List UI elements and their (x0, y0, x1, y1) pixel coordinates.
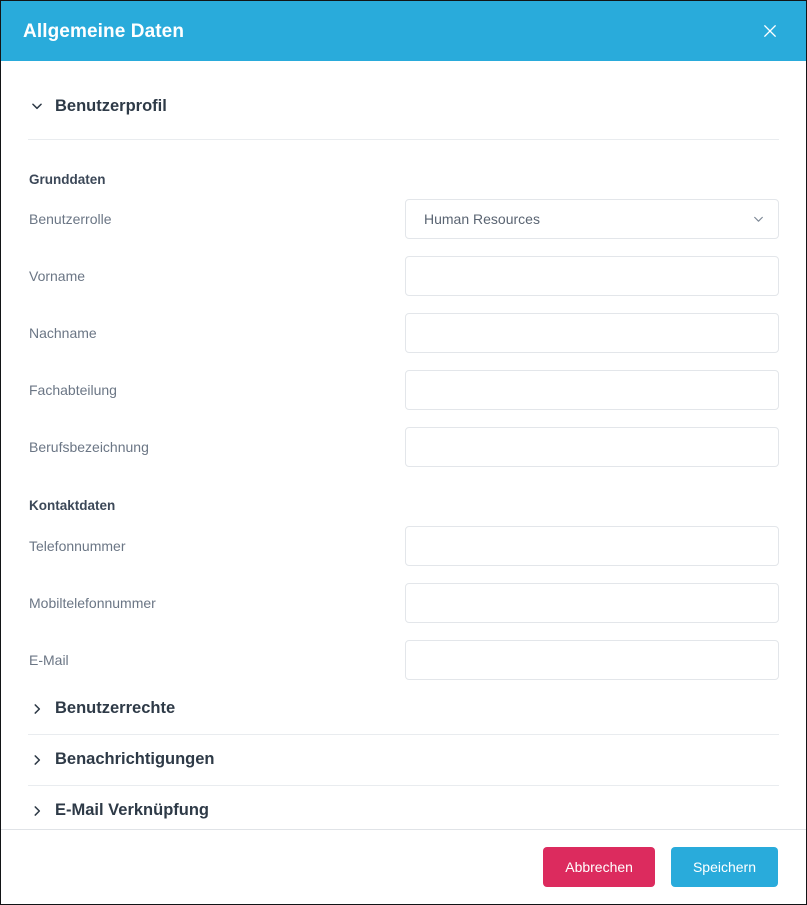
accordion-section-benachrichtigungen: Benachrichtigungen (1, 735, 806, 786)
field-control-telefonnummer (405, 525, 779, 566)
fachabteilung-input[interactable] (405, 370, 779, 410)
accordion-header-benutzerprofil[interactable]: Benutzerprofil (28, 98, 779, 115)
field-control-benutzerrolle: Human Resources (405, 199, 779, 239)
field-row-mobiltelefonnummer: Mobiltelefonnummer (28, 579, 779, 627)
field-control-email (405, 639, 779, 680)
field-row-fachabteilung: Fachabteilung (28, 366, 779, 414)
benutzerrolle-select[interactable]: Human Resources (405, 199, 779, 239)
group-title-grunddaten: Grunddaten (29, 171, 106, 187)
field-label-email: E-Mail (29, 651, 69, 668)
berufsbezeichnung-input[interactable] (405, 427, 779, 467)
accordion-section-email-verknuepfung: E-Mail Verknüpfung (1, 786, 806, 830)
select-wrap-benutzerrolle: Human Resources (405, 199, 779, 239)
field-control-nachname (405, 313, 779, 353)
chevron-right-icon (30, 753, 44, 767)
accordion-title: Benutzerprofil (55, 97, 167, 115)
field-label-mobiltelefonnummer: Mobiltelefonnummer (29, 594, 156, 611)
field-row-nachname: Nachname (28, 309, 779, 357)
accordion-title: Benachrichtigungen (55, 750, 215, 769)
dialog-header: Allgemeine Daten (1, 1, 806, 61)
field-label-berufsbezeichnung: Berufsbezeichnung (29, 439, 149, 455)
field-control-vorname (405, 256, 779, 296)
cancel-button[interactable]: Abbrechen (543, 847, 655, 887)
email-input[interactable] (405, 639, 779, 680)
field-label-telefonnummer: Telefonnummer (29, 537, 126, 554)
chevron-down-icon (30, 99, 44, 113)
field-row-email: E-Mail (28, 636, 779, 684)
field-row-berufsbezeichnung: Berufsbezeichnung (28, 423, 779, 471)
mobiltelefonnummer-input[interactable] (405, 582, 779, 623)
field-control-fachabteilung (405, 370, 779, 410)
accordion-header-benachrichtigungen[interactable]: Benachrichtigungen (28, 735, 779, 785)
accordion-title: E-Mail Verknüpfung (55, 801, 210, 820)
accordion-header-benutzerrechte[interactable]: Benutzerrechte (28, 684, 779, 734)
dialog-title: Allgemeine Daten (23, 20, 185, 42)
group-title-kontaktdaten: Kontaktdaten (29, 498, 116, 513)
group-kontaktdaten: Kontaktdaten Telefonnummer Mobiltelefonn… (28, 471, 779, 684)
dialog-body: Benutzerprofil Grunddaten Benutzerrolle … (1, 61, 806, 829)
accordion-title: Benutzerrechte (55, 699, 176, 718)
group-grunddaten: Grunddaten Benutzerrolle Human Resources (28, 140, 779, 472)
field-control-berufsbezeichnung (405, 427, 779, 467)
field-label-vorname: Vorname (29, 268, 86, 284)
field-label-nachname: Nachname (29, 325, 97, 341)
field-control-mobiltelefonnummer (405, 582, 779, 623)
close-icon[interactable] (756, 17, 784, 45)
dialog-footer: Abbrechen Speichern (1, 830, 806, 904)
save-button[interactable]: Speichern (670, 847, 778, 887)
general-data-dialog: Allgemeine Daten Benutzerprofil Grunddat… (0, 0, 807, 905)
vorname-input[interactable] (405, 256, 779, 296)
field-row-vorname: Vorname (28, 252, 779, 300)
field-label-benutzerrolle: Benutzerrolle (29, 211, 112, 227)
nachname-input[interactable] (405, 313, 779, 353)
field-label-fachabteilung: Fachabteilung (29, 382, 117, 398)
chevron-right-icon (30, 702, 44, 716)
chevron-right-icon (30, 804, 44, 818)
accordion-section-benutzerrechte: Benutzerrechte (1, 684, 806, 735)
accordion-section-benutzerprofil: Benutzerprofil Grunddaten Benutzerrolle … (1, 61, 806, 684)
telefonnummer-input[interactable] (405, 525, 779, 566)
field-row-telefonnummer: Telefonnummer (28, 522, 779, 570)
field-row-benutzerrolle: Benutzerrolle Human Resources (28, 195, 779, 243)
accordion-header-email-verknuepfung[interactable]: E-Mail Verknüpfung (28, 786, 779, 830)
